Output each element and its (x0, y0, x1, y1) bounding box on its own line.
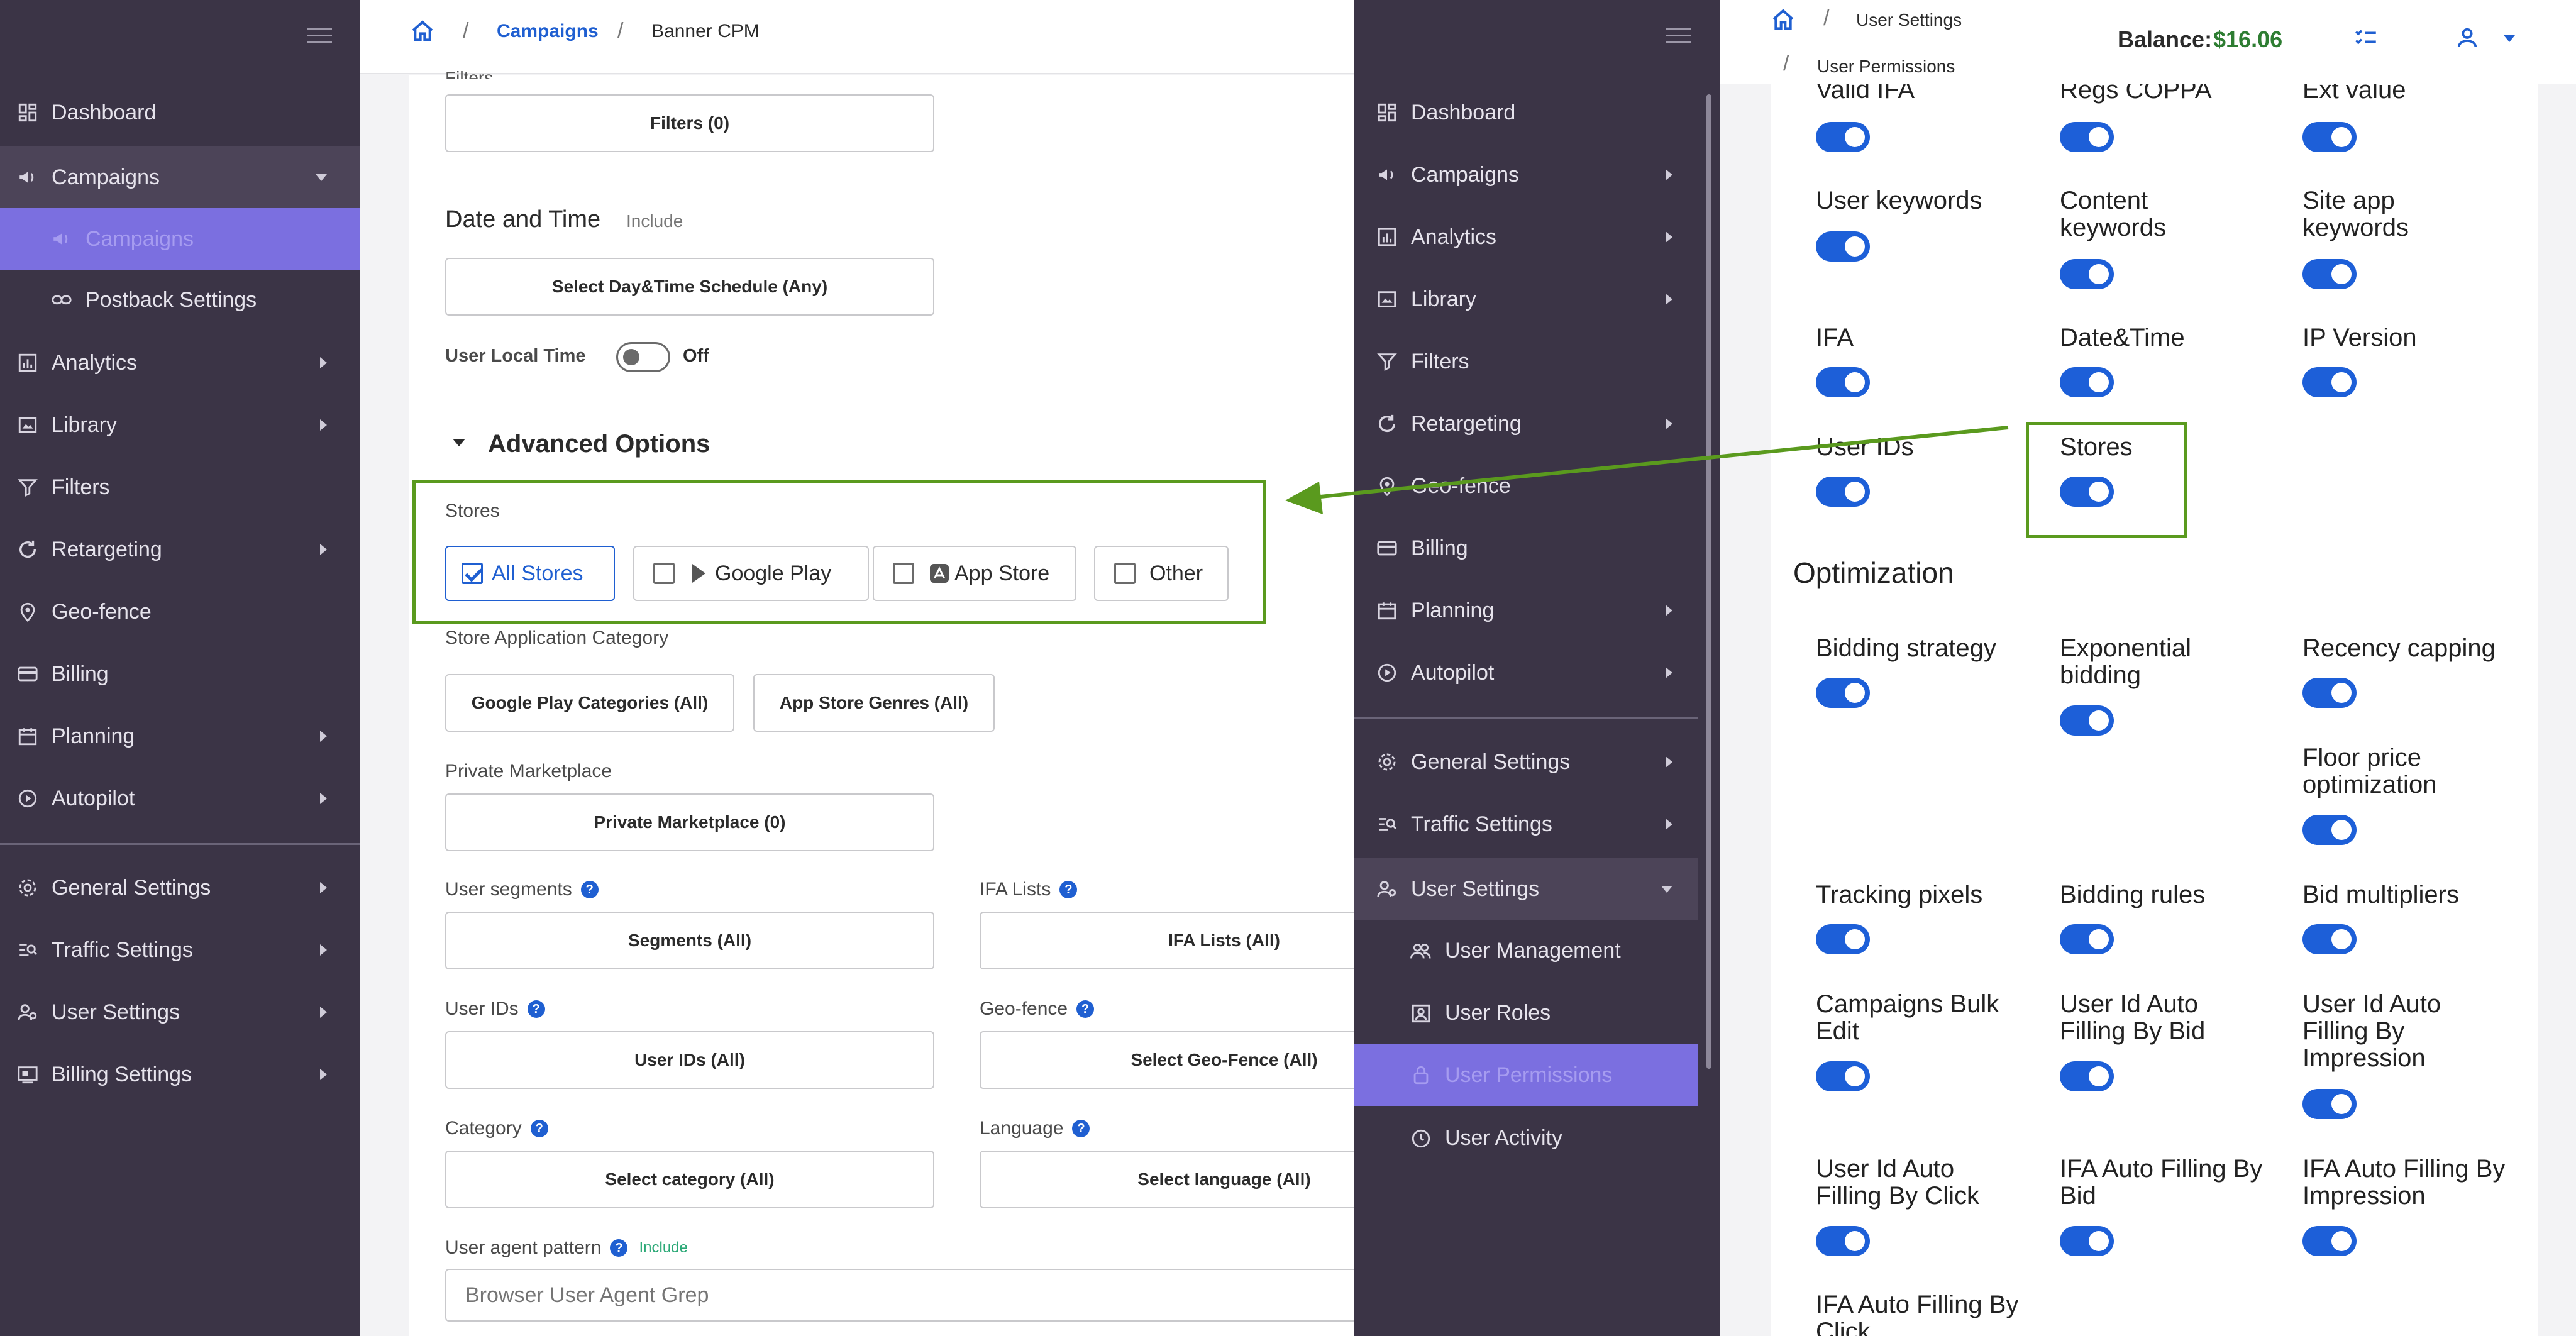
annotation-arrow (1285, 426, 2009, 514)
